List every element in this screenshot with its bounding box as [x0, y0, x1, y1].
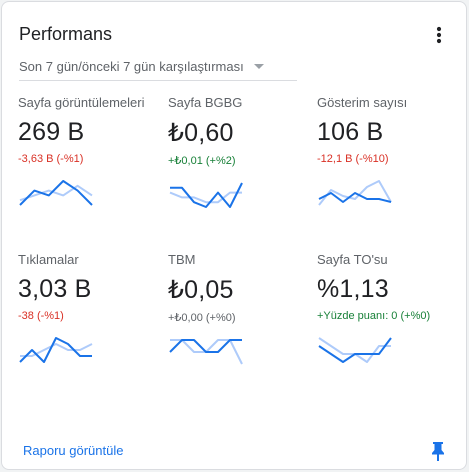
- sparkline-current: [318, 192, 392, 203]
- pin-icon[interactable]: [430, 440, 446, 462]
- metric-clicks[interactable]: Tıklamalar 3,03 B -38 (-%1): [18, 252, 158, 364]
- sparkline-current: [318, 337, 392, 363]
- dropdown-arrow-icon: [253, 63, 264, 69]
- metric-label: Sayfa TO'su: [317, 252, 388, 267]
- metric-value: 3,03 B: [18, 275, 92, 303]
- metric-sparkline: [19, 337, 93, 363]
- performance-card: Performans Son 7 gün/önceki 7 gün karşıl…: [1, 1, 467, 470]
- metric-label: Gösterim sayısı: [317, 95, 408, 110]
- comparison-label: Son 7 gün/önceki 7 gün karşılaştırması: [19, 58, 244, 74]
- dropdown-underline: [19, 80, 297, 81]
- metric-page-ctr[interactable]: Sayfa TO'su %1,13 +Yüzde puanı: 0 (+%0): [317, 252, 457, 364]
- metric-delta: -12,1 B (-%10): [317, 153, 389, 165]
- metric-impressions[interactable]: Gösterim sayısı 106 B -12,1 B (-%10): [317, 95, 457, 207]
- metric-value: %1,13: [317, 275, 389, 303]
- metric-sparkline: [169, 182, 243, 208]
- metric-value: 106 B: [317, 118, 384, 146]
- metric-delta: +₺0,01 (+%2): [168, 155, 236, 167]
- metric-delta: -38 (-%1): [18, 310, 64, 322]
- metric-value: ₺0,05: [168, 276, 234, 304]
- metric-cpc[interactable]: TBM ₺0,05 +₺0,00 (+%0): [168, 252, 308, 366]
- metric-sparkline: [19, 180, 93, 206]
- more-vert-icon[interactable]: [430, 24, 448, 46]
- metric-label: Sayfa görüntülemeleri: [18, 95, 145, 110]
- metric-label: Tıklamalar: [18, 252, 79, 267]
- sparkline-previous: [169, 191, 242, 204]
- metric-label: TBM: [168, 252, 196, 267]
- metric-value: 269 B: [18, 118, 85, 146]
- metric-value: ₺0,60: [168, 119, 234, 147]
- metric-page-rpm[interactable]: Sayfa BGBG ₺0,60 +₺0,01 (+%2): [168, 95, 308, 209]
- metric-page-views[interactable]: Sayfa görüntülemeleri 269 B -3,63 B (-%1…: [18, 95, 158, 207]
- metric-delta: -3,63 B (-%1): [18, 153, 84, 165]
- view-report-link[interactable]: Raporu görüntüle: [23, 443, 123, 458]
- metric-sparkline: [169, 339, 243, 365]
- metric-sparkline: [318, 337, 392, 363]
- sparkline-current: [170, 182, 243, 208]
- comparison-dropdown[interactable]: Son 7 gün/önceki 7 gün karşılaştırması: [19, 54, 299, 78]
- card-title: Performans: [19, 24, 113, 44]
- sparkline-previous: [318, 337, 391, 363]
- metric-label: Sayfa BGBG: [168, 95, 243, 110]
- metric-sparkline: [318, 180, 392, 206]
- metric-delta: +₺0,00 (+%0): [168, 312, 236, 324]
- metric-delta: +Yüzde puanı: 0 (+%0): [317, 310, 431, 322]
